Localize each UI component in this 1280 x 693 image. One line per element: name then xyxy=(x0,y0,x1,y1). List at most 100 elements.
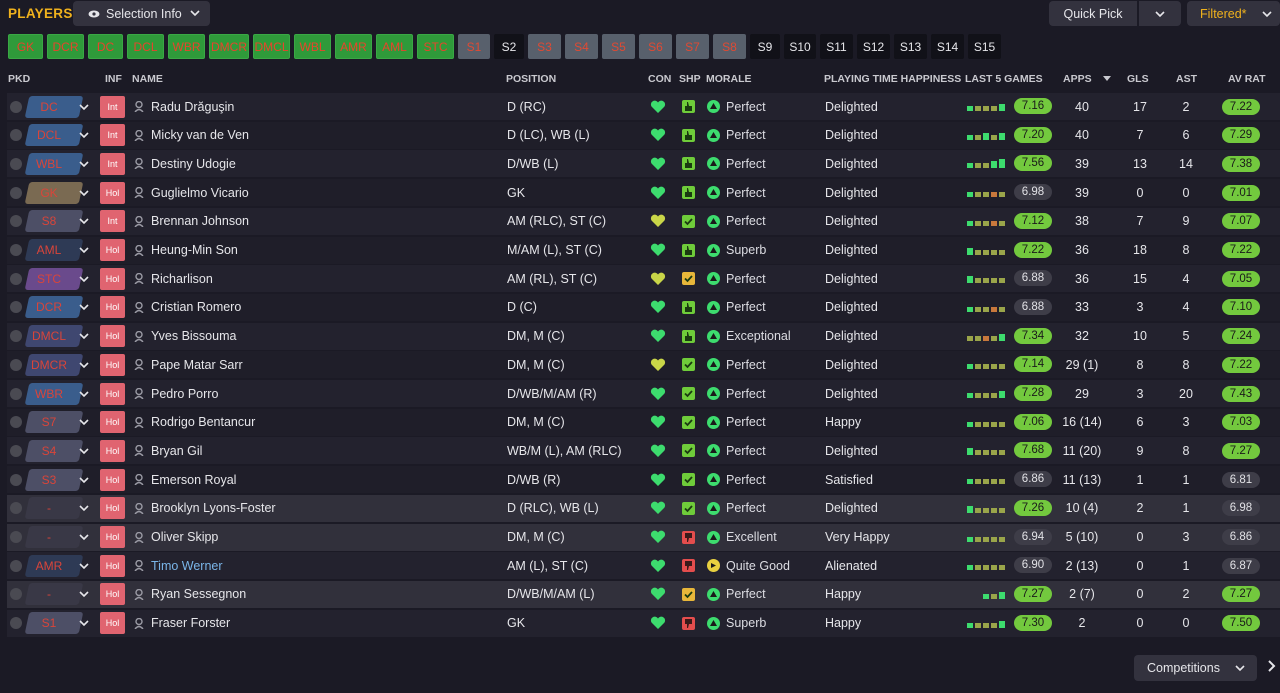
player-name[interactable]: Brennan Johnson xyxy=(134,208,249,235)
position-selector[interactable]: DMCR xyxy=(24,351,91,378)
player-name[interactable]: Richarlison xyxy=(134,265,213,292)
chip-s11[interactable]: S11 xyxy=(820,34,853,59)
table-row[interactable]: DCR Hol Cristian Romero D (C) Perfect De… xyxy=(7,293,1280,321)
player-name[interactable]: Fraser Forster xyxy=(134,610,230,637)
position-selector[interactable]: DC xyxy=(24,93,91,120)
table-row[interactable]: DCL Int Micky van de Ven D (LC), WB (L) … xyxy=(7,121,1280,149)
picked-checkbox[interactable] xyxy=(10,380,22,407)
chip-s12[interactable]: S12 xyxy=(857,34,890,59)
position-selector[interactable]: S4 xyxy=(24,437,91,464)
position-selector[interactable]: DMCL xyxy=(24,323,91,350)
chip-s9[interactable]: S9 xyxy=(750,34,780,59)
col-shp[interactable]: SHP xyxy=(679,73,701,85)
table-row[interactable]: S3 Hol Emerson Royal D/WB (R) Perfect Sa… xyxy=(7,466,1280,494)
col-last-5-games[interactable]: LAST 5 GAMES xyxy=(965,73,1043,85)
chip-s2[interactable]: S2 xyxy=(494,34,524,59)
chip-gk[interactable]: GK xyxy=(8,34,43,59)
chip-s15[interactable]: S15 xyxy=(968,34,1001,59)
col-playing-time-happiness[interactable]: PLAYING TIME HAPPINESS xyxy=(824,73,961,85)
position-selector[interactable]: S7 xyxy=(24,409,91,436)
chip-s8[interactable]: S8 xyxy=(713,34,746,59)
position-selector[interactable]: WBL xyxy=(24,150,91,177)
chip-s6[interactable]: S6 xyxy=(639,34,672,59)
picked-checkbox[interactable] xyxy=(10,179,22,206)
player-name[interactable]: Brooklyn Lyons-Foster xyxy=(134,495,276,522)
picked-checkbox[interactable] xyxy=(10,466,22,493)
position-selector[interactable]: - xyxy=(24,581,91,608)
player-name[interactable]: Timo Werner xyxy=(134,552,223,579)
player-name[interactable]: Cristian Romero xyxy=(134,294,241,321)
table-row[interactable]: S8 Int Brennan Johnson AM (RLC), ST (C) … xyxy=(7,207,1280,235)
chip-amr[interactable]: AMR xyxy=(335,34,372,59)
picked-checkbox[interactable] xyxy=(10,122,22,149)
picked-checkbox[interactable] xyxy=(10,351,22,378)
chip-dc[interactable]: DC xyxy=(88,34,123,59)
table-row[interactable]: S4 Hol Bryan Gil WB/M (L), AM (RLC) Perf… xyxy=(7,437,1280,465)
position-selector[interactable]: DCL xyxy=(24,122,91,149)
competitions-dropdown[interactable]: Competitions xyxy=(1134,655,1257,681)
col-name[interactable]: NAME xyxy=(132,73,163,85)
table-row[interactable]: - Hol Oliver Skipp DM, M (C) Excellent V… xyxy=(7,523,1280,551)
table-row[interactable]: AMR Hol Timo Werner AM (L), ST (C) Quite… xyxy=(7,552,1280,580)
player-name[interactable]: Destiny Udogie xyxy=(134,150,236,177)
chip-s5[interactable]: S5 xyxy=(602,34,635,59)
col-pkd[interactable]: PKD xyxy=(8,73,30,85)
picked-checkbox[interactable] xyxy=(10,409,22,436)
position-selector[interactable]: AMR xyxy=(24,552,91,579)
chip-s10[interactable]: S10 xyxy=(784,34,816,59)
position-selector[interactable]: - xyxy=(24,524,91,551)
chip-dcl[interactable]: DCL xyxy=(127,34,164,59)
table-row[interactable]: AML Hol Heung-Min Son M/AM (L), ST (C) S… xyxy=(7,236,1280,264)
table-row[interactable]: DC Int Radu Drăguşin D (RC) Perfect Deli… xyxy=(7,93,1280,120)
picked-checkbox[interactable] xyxy=(10,294,22,321)
player-name[interactable]: Guglielmo Vicario xyxy=(134,179,249,206)
player-name[interactable]: Pape Matar Sarr xyxy=(134,351,243,378)
picked-checkbox[interactable] xyxy=(10,208,22,235)
player-name[interactable]: Rodrigo Bentancur xyxy=(134,409,255,436)
player-name[interactable]: Emerson Royal xyxy=(134,466,236,493)
picked-checkbox[interactable] xyxy=(10,524,22,551)
position-selector[interactable]: STC xyxy=(24,265,91,292)
chevron-right-icon[interactable] xyxy=(1266,658,1276,674)
picked-checkbox[interactable] xyxy=(10,581,22,608)
picked-checkbox[interactable] xyxy=(10,610,22,637)
selection-info-button[interactable]: Selection Info xyxy=(73,1,210,26)
table-row[interactable]: DMCR Hol Pape Matar Sarr DM, M (C) Perfe… xyxy=(7,351,1280,379)
chip-s1[interactable]: S1 xyxy=(458,34,490,59)
table-row[interactable]: - Hol Ryan Sessegnon D/WB/M/AM (L) Perfe… xyxy=(7,580,1280,608)
chip-s14[interactable]: S14 xyxy=(931,34,964,59)
picked-checkbox[interactable] xyxy=(10,437,22,464)
col-ast[interactable]: AST xyxy=(1176,73,1197,85)
player-name[interactable]: Yves Bissouma xyxy=(134,323,236,350)
chip-dcr[interactable]: DCR xyxy=(47,34,84,59)
player-name[interactable]: Oliver Skipp xyxy=(134,524,218,551)
chip-s13[interactable]: S13 xyxy=(894,34,927,59)
chip-dmcl[interactable]: DMCL xyxy=(253,34,290,59)
picked-checkbox[interactable] xyxy=(10,323,22,350)
player-name[interactable]: Heung-Min Son xyxy=(134,237,238,264)
table-row[interactable]: S7 Hol Rodrigo Bentancur DM, M (C) Perfe… xyxy=(7,408,1280,436)
position-selector[interactable]: WBR xyxy=(24,380,91,407)
player-name[interactable]: Pedro Porro xyxy=(134,380,218,407)
col-morale[interactable]: MORALE xyxy=(706,73,752,85)
quick-pick-dropdown[interactable] xyxy=(1139,1,1181,26)
table-row[interactable]: STC Hol Richarlison AM (RL), ST (C) Perf… xyxy=(7,265,1280,293)
chip-stc[interactable]: STC xyxy=(417,34,454,59)
position-selector[interactable]: - xyxy=(24,495,91,522)
chip-aml[interactable]: AML xyxy=(376,34,413,59)
position-selector[interactable]: S8 xyxy=(24,208,91,235)
table-row[interactable]: WBL Int Destiny Udogie D/WB (L) Perfect … xyxy=(7,150,1280,178)
position-selector[interactable]: AML xyxy=(24,237,91,264)
picked-checkbox[interactable] xyxy=(10,495,22,522)
col-apps[interactable]: APPS xyxy=(1063,73,1092,85)
player-name[interactable]: Bryan Gil xyxy=(134,437,202,464)
col-av-rat[interactable]: AV RAT xyxy=(1228,73,1266,85)
col-con[interactable]: CON xyxy=(648,73,671,85)
player-name[interactable]: Radu Drăguşin xyxy=(134,93,234,120)
position-selector[interactable]: S3 xyxy=(24,466,91,493)
table-row[interactable]: S1 Hol Fraser Forster GK Superb Happy 7.… xyxy=(7,609,1280,637)
picked-checkbox[interactable] xyxy=(10,150,22,177)
chip-wbl[interactable]: WBL xyxy=(294,34,331,59)
col-gls[interactable]: GLS xyxy=(1127,73,1149,85)
player-name[interactable]: Micky van de Ven xyxy=(134,122,249,149)
